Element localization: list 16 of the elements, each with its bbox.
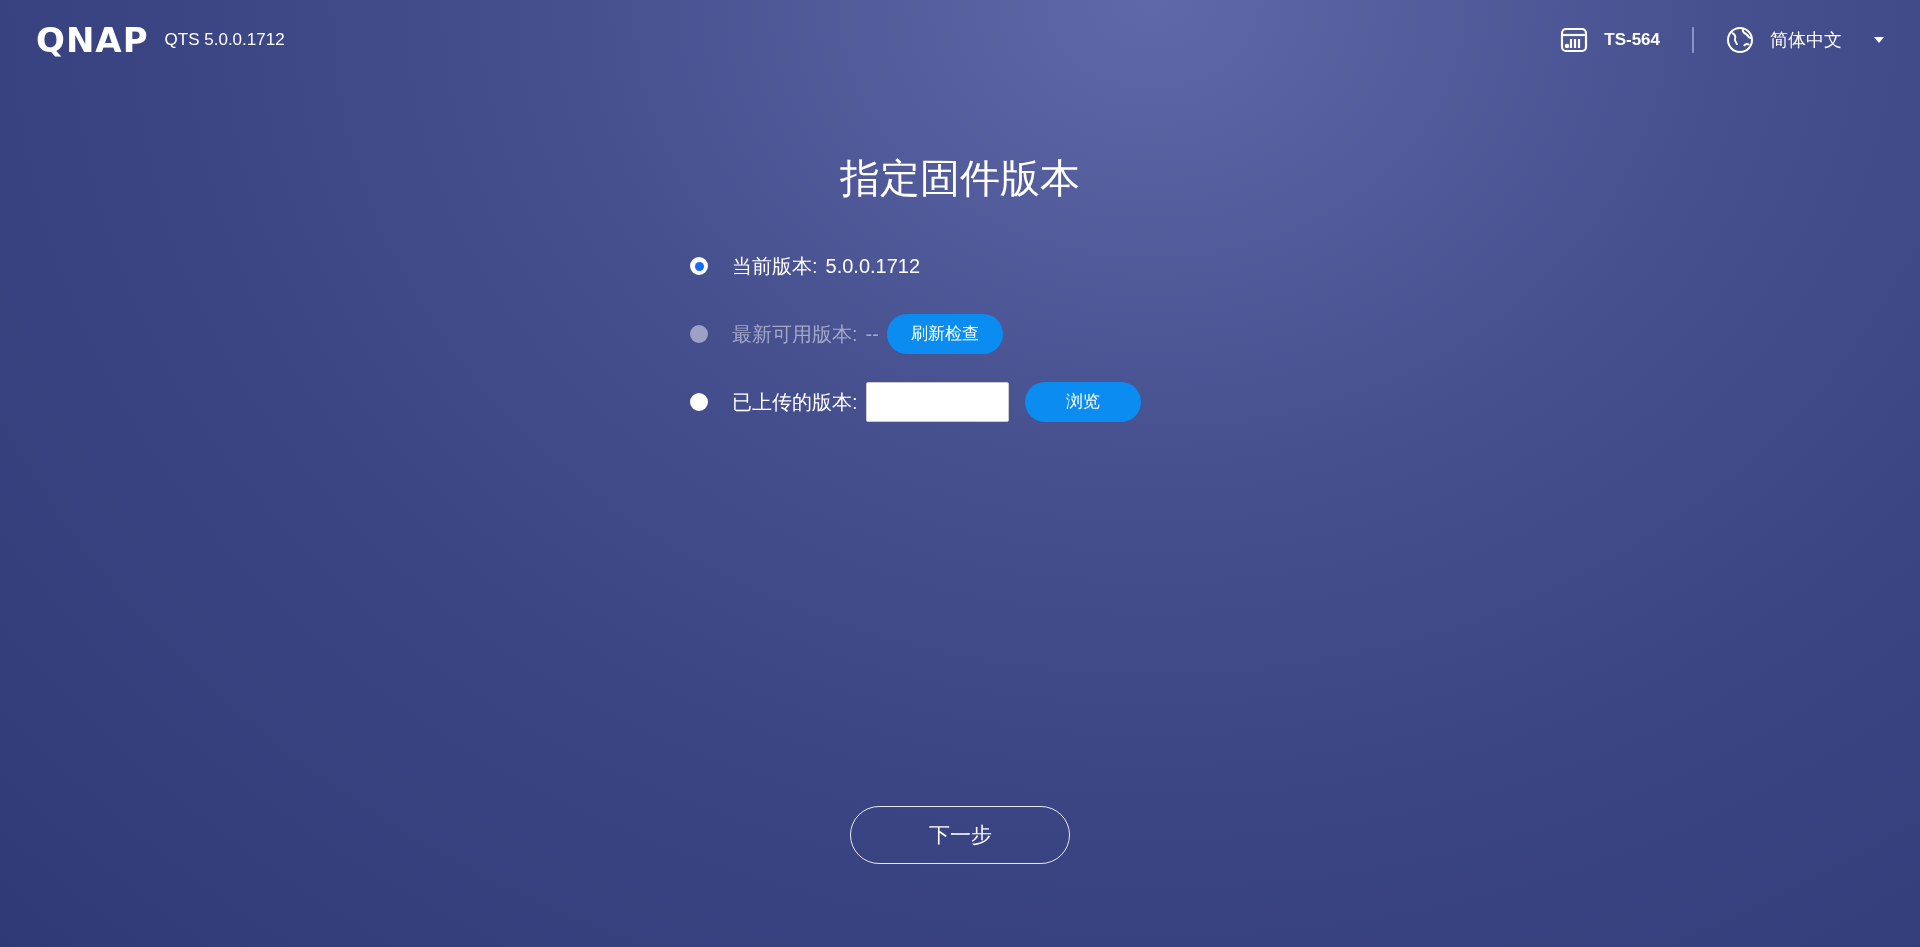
page-title: 指定固件版本 (840, 155, 1080, 202)
radio-button[interactable] (690, 393, 708, 411)
nas-device-icon (1560, 26, 1589, 54)
option-label: 当前版本: (732, 254, 818, 279)
language-selector[interactable]: 简体中文 (1770, 26, 1842, 54)
version-value: -- (865, 322, 879, 347)
dropdown-caret-icon[interactable] (1874, 37, 1884, 43)
version-value: 5.0.0.1712 (825, 254, 921, 279)
device-model: TS-564 (1604, 29, 1660, 52)
radio-button[interactable] (690, 257, 708, 275)
option-label: 已上传的版本: (732, 390, 858, 415)
firmware-version: QTS 5.0.0.1712 (164, 29, 285, 52)
logo: QNAP (36, 23, 149, 57)
input-field[interactable] (865, 382, 1009, 422)
globe-icon[interactable] (1726, 26, 1754, 54)
option-label: 最新可用版本: (732, 322, 858, 347)
